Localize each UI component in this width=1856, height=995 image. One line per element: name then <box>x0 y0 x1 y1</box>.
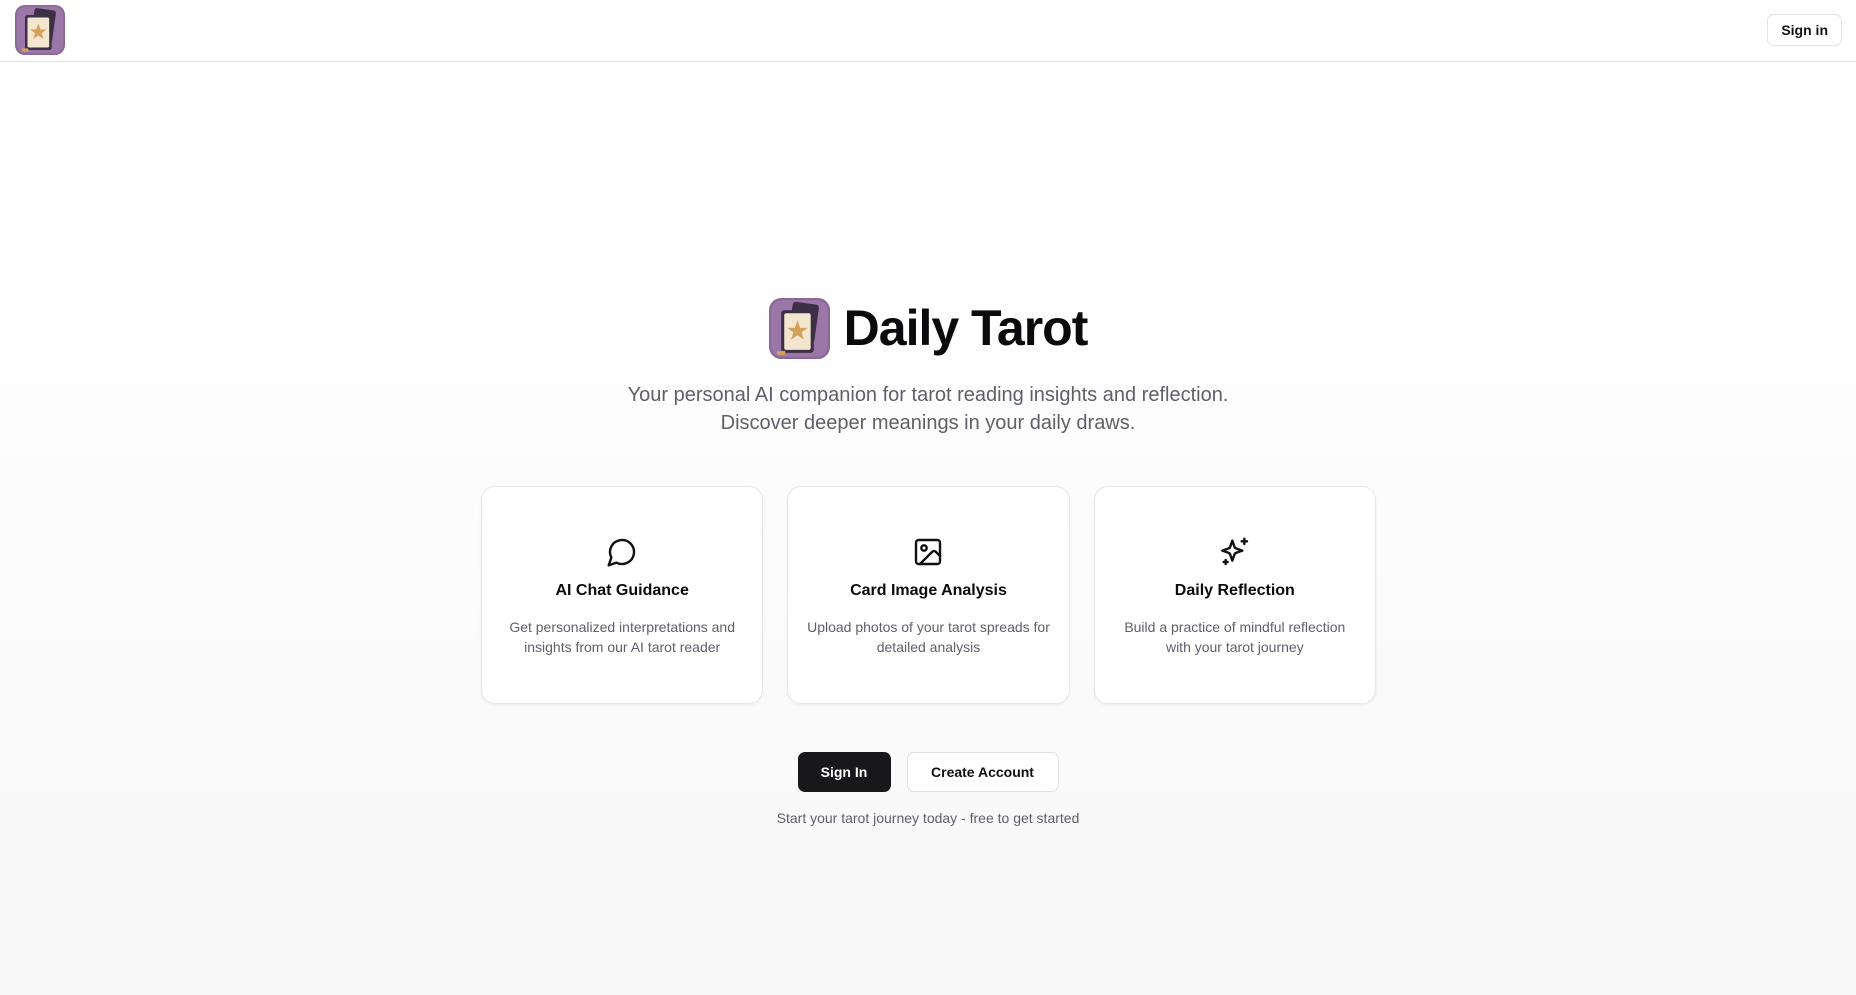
feature-description: Get personalized interpretations and ins… <box>509 619 736 655</box>
feature-card-ai-chat: AI Chat Guidance Get personalized interp… <box>481 486 764 704</box>
image-icon <box>788 536 1068 568</box>
feature-description: Upload photos of your tarot spreads for … <box>807 619 1050 655</box>
feature-title: Card Image Analysis <box>850 582 1007 599</box>
feature-title: Daily Reflection <box>1174 582 1295 599</box>
create-account-button[interactable]: Create Account <box>906 752 1059 792</box>
feature-cards: AI Chat Guidance Get personalized interp… <box>481 486 1376 704</box>
top-navbar: Sign in <box>0 0 1856 62</box>
sparkles-icon <box>1095 536 1375 568</box>
sign-in-button[interactable]: Sign In <box>797 752 891 792</box>
page-title: Daily Tarot <box>843 300 1089 356</box>
cta-buttons: Sign In Create Account <box>0 752 1856 792</box>
feature-card-daily-reflection: Daily Reflection Build a practice of min… <box>1093 486 1376 704</box>
header-sign-in-button[interactable]: Sign in <box>1767 14 1842 46</box>
hero-subtitle-line-1: Your personal AI companion for tarot rea… <box>627 384 1229 406</box>
hero-title-row: Daily Tarot <box>0 296 1856 360</box>
hero-subtitle-line-2: Discover deeper meanings in your daily d… <box>720 412 1136 434</box>
tarot-card-logo-icon[interactable] <box>15 5 65 55</box>
feature-card-image-analysis: Card Image Analysis Upload photos of you… <box>787 486 1070 704</box>
chat-bubble-icon <box>482 536 762 568</box>
feature-description: Build a practice of mindful reflection w… <box>1124 619 1346 655</box>
cta-footnote: Start your tarot journey today - free to… <box>776 810 1080 826</box>
tarot-card-logo-icon <box>768 297 830 359</box>
feature-title: AI Chat Guidance <box>555 582 689 599</box>
